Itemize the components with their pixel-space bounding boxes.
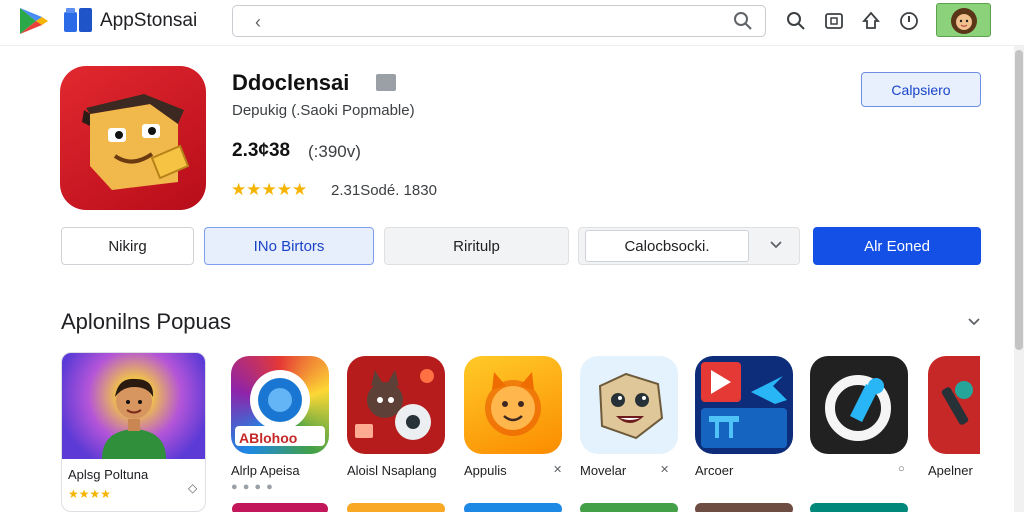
- app-icon: [60, 66, 206, 210]
- share-icon[interactable]: ◇: [188, 481, 197, 495]
- app-tile-text: ABlohoo: [239, 430, 298, 446]
- price-detail: (:390v): [308, 142, 361, 161]
- app-tile[interactable]: [347, 356, 445, 454]
- action-button-2[interactable]: INo Birtors: [204, 227, 374, 265]
- more-options-icon[interactable]: ✕: [553, 463, 562, 476]
- action-button-3[interactable]: Riritulp: [384, 227, 569, 265]
- developer-name[interactable]: Depukig (.Saoki Popmable): [232, 102, 415, 119]
- top-bar: AppStonsai ‹: [0, 0, 1024, 46]
- app-tile-label: Aloisl Nsaplang: [347, 463, 437, 478]
- app-tile[interactable]: [695, 503, 793, 512]
- app-card-image: [62, 353, 205, 459]
- app-tile-label: Arcoer: [695, 463, 734, 478]
- section-title: Aplonilns Popuas: [61, 309, 232, 334]
- app-tile[interactable]: [580, 356, 678, 454]
- notification-icon[interactable]: [860, 10, 882, 32]
- back-chevron-icon[interactable]: ‹: [255, 12, 261, 33]
- action-dropdown[interactable]: Calocbsocki.: [578, 227, 800, 265]
- scrollbar[interactable]: [1014, 46, 1024, 512]
- app-tile[interactable]: [928, 356, 980, 454]
- app-tile[interactable]: ABlohoo: [231, 356, 329, 454]
- app-tile[interactable]: [347, 503, 445, 512]
- app-tile[interactable]: [464, 503, 562, 512]
- brand-name: AppStonsai: [100, 10, 198, 31]
- app-tile-label: Appulis: [464, 463, 507, 478]
- app-card-title: Aplsg Poltuna: [68, 467, 149, 482]
- clock-icon[interactable]: [898, 10, 920, 32]
- app-title: Ddoclensai: [232, 70, 350, 95]
- app-tile[interactable]: [580, 503, 678, 512]
- rating-count: 2.31Sodé. 1830: [331, 182, 437, 199]
- app-grid-icon: [64, 8, 92, 32]
- action-button-1[interactable]: Nikirg: [61, 227, 194, 265]
- app-tile-label: Apelner: [928, 463, 973, 478]
- app-price: 2.3¢38: [232, 140, 291, 161]
- app-tile[interactable]: [810, 356, 908, 454]
- play-store-icon: [20, 8, 48, 34]
- more-options-icon[interactable]: ○: [898, 463, 905, 475]
- app-tile-label: Alrlp Apeisa: [231, 463, 300, 478]
- search-icon[interactable]: [733, 11, 753, 31]
- primary-action-button[interactable]: Alr Eoned: [813, 227, 981, 265]
- search-bar[interactable]: ‹: [232, 5, 766, 37]
- store-icon[interactable]: [823, 10, 845, 32]
- chevron-down-icon[interactable]: [769, 238, 783, 252]
- chevron-down-icon[interactable]: [966, 313, 982, 329]
- dropdown-value[interactable]: Calocbsocki.: [585, 230, 749, 262]
- rating-stars: ★★★★★: [231, 180, 308, 199]
- scrollbar-thumb[interactable]: [1015, 50, 1023, 350]
- app-card[interactable]: Aplsg Poltuna ★★★★ ◇: [61, 352, 206, 512]
- more-options-icon[interactable]: ✕: [660, 463, 669, 476]
- search-input[interactable]: [277, 10, 717, 32]
- header-action-button[interactable]: Calpsiero: [861, 72, 981, 107]
- app-tile[interactable]: [695, 356, 793, 454]
- avatar[interactable]: [936, 3, 991, 37]
- app-tile[interactable]: [810, 503, 908, 512]
- app-card-stars: ★★★★: [68, 487, 112, 501]
- brand-logo[interactable]: [18, 6, 50, 36]
- verified-badge-icon: [376, 74, 396, 91]
- more-dots-icon[interactable]: ● ● ● ●: [231, 481, 274, 493]
- app-tile[interactable]: [232, 503, 328, 512]
- app-tile-label: Movelar: [580, 463, 627, 478]
- search-icon[interactable]: [785, 10, 807, 32]
- app-tile[interactable]: [464, 356, 562, 454]
